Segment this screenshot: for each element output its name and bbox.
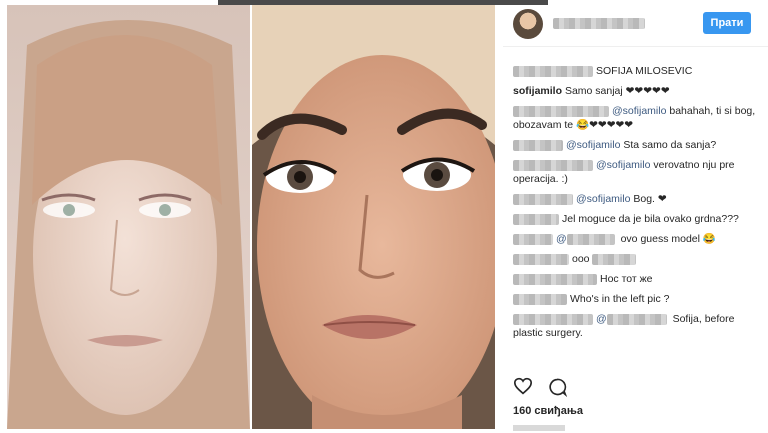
comment-username[interactable]: sofijamilo [513, 85, 562, 97]
comment-mention[interactable]: @sofijamilo [566, 139, 620, 151]
blurred-username [513, 253, 569, 265]
comment-11: @ Sofija, before plastic surgery. [513, 312, 763, 340]
comment-text: Sta samo da sanja? [623, 139, 717, 151]
comment-text: Who's in the left pic ? [570, 293, 670, 305]
comment-text: Нос тот же [600, 273, 653, 285]
comment-mention[interactable]: @sofijamilo [596, 159, 650, 171]
blurred-mention [566, 233, 615, 245]
comment-0: SOFIJA MILOSEVIC [513, 64, 763, 78]
comment-mention[interactable]: @sofijamilo [612, 105, 666, 117]
comment-10: Who's in the left pic ? [513, 292, 763, 306]
blurred-username [513, 193, 573, 205]
comment-8: ооо [513, 252, 763, 266]
blurred-username [513, 139, 563, 151]
blurred-username [513, 273, 597, 285]
comment-4: @sofijamilo verovatno nju pre operacija.… [513, 158, 763, 186]
comment-icon[interactable] [547, 377, 567, 397]
comment-text: ооо [572, 253, 590, 265]
comment-text: ovo guess model 😂 [620, 233, 716, 245]
comment-7: @ ovo guess model 😂 [513, 232, 763, 246]
comment-3: @sofijamilo Sta samo da sanja? [513, 138, 763, 152]
comment-list: SOFIJA MILOSEVIC sofijamilo Samo sanjaj … [513, 64, 763, 346]
comment-mention[interactable]: @sofijamilo [576, 193, 630, 205]
like-count[interactable]: 160 свиђања [513, 405, 583, 417]
comment-5: @sofijamilo Bog. ❤ [513, 192, 763, 206]
blurred-mention [592, 253, 637, 265]
comment-text: Jel moguce da je bila ovako grdna??? [562, 213, 739, 225]
blurred-username [513, 233, 553, 245]
left-photo [7, 5, 250, 429]
comment-6: Jel moguce da je bila ovako grdna??? [513, 212, 763, 226]
heart-icon[interactable] [513, 377, 533, 395]
blurred-username [513, 105, 609, 117]
right-photo [252, 5, 495, 429]
username-blurred[interactable] [553, 18, 645, 29]
comment-text: Samo sanjaj ❤❤❤❤❤ [564, 85, 670, 97]
comment-text: SOFIJA MILOSEVIC [596, 65, 693, 77]
comment-mention[interactable]: @ [556, 233, 567, 245]
post-date-blurred [513, 425, 565, 431]
follow-button[interactable]: Прати [703, 12, 751, 34]
comment-mention[interactable]: @ [596, 313, 607, 325]
blurred-username [513, 313, 593, 325]
comment-text: Bog. ❤ [633, 193, 667, 205]
post-header: Прати [503, 0, 768, 47]
post-panel: Прати SOFIJA MILOSEVIC sofijamilo Samo s… [503, 0, 768, 433]
comment-2: @sofijamilo bahahah, ti si bog, obozavam… [513, 104, 763, 132]
comment-1: sofijamilo Samo sanjaj ❤❤❤❤❤ [513, 84, 763, 98]
blurred-username [513, 213, 559, 225]
comment-9: Нос тот же [513, 272, 763, 286]
blurred-mention [606, 313, 667, 325]
blurred-username [513, 65, 593, 77]
blurred-username [513, 159, 593, 171]
blurred-username [513, 293, 567, 305]
avatar[interactable] [513, 9, 543, 39]
